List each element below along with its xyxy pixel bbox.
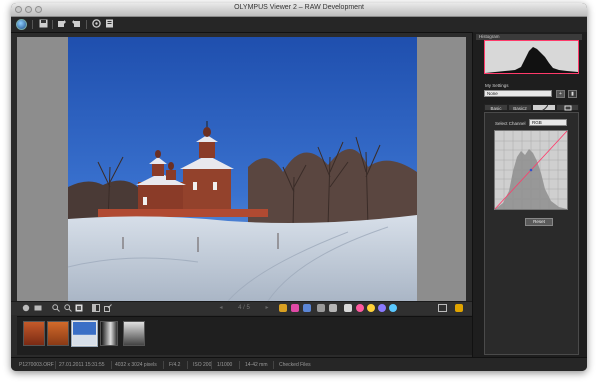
grid-view-icon[interactable] (33, 304, 42, 313)
shadow-tool-icon[interactable] (303, 304, 311, 312)
straighten-icon[interactable] (329, 304, 337, 312)
my-settings-dropdown[interactable]: None (484, 90, 552, 97)
rotate-right-icon[interactable] (71, 19, 81, 30)
lock-icon[interactable] (455, 304, 463, 312)
crop-icon[interactable] (317, 304, 325, 312)
channel-value: RGB (532, 120, 542, 125)
title-bar: OLYMPUS Viewer 2 – RAW Development (11, 3, 587, 17)
more-icon (564, 105, 571, 111)
status-divider (111, 361, 112, 369)
reset-button[interactable]: Reset (525, 218, 553, 226)
status-mode: Checked Files (279, 362, 311, 368)
fullscreen-icon[interactable] (437, 304, 447, 313)
olympus-logo-icon[interactable] (16, 19, 27, 30)
status-dimensions: 4032 x 3024 pixels (115, 362, 157, 368)
select-channel-label: Select Channel (495, 121, 526, 126)
export-icon[interactable] (103, 304, 112, 313)
toolbar-divider (52, 20, 53, 29)
rotate-left-icon[interactable] (57, 19, 67, 30)
page-indicator: 4 / 5 (238, 305, 250, 311)
status-divider (239, 361, 240, 369)
marker-yellow-icon[interactable] (367, 304, 375, 312)
status-divider (55, 361, 56, 369)
tab-tone-curve[interactable] (532, 104, 556, 112)
thumbnail[interactable] (23, 321, 45, 346)
toolbar-divider (86, 20, 87, 29)
tab-basic2-label: Basic2 (513, 106, 527, 111)
prev-icon[interactable]: ◂ (217, 304, 225, 313)
marker-purple-icon[interactable] (378, 304, 386, 312)
save-icon[interactable] (38, 19, 48, 30)
tone-curve-graph[interactable] (494, 130, 568, 210)
status-divider (273, 361, 274, 369)
delete-settings-icon[interactable]: ▮ (568, 90, 577, 98)
tab-basic[interactable]: Basic (484, 104, 508, 111)
toolbar-divider (32, 20, 33, 29)
status-focal: 14-42 mm (245, 362, 268, 368)
status-divider (211, 361, 212, 369)
tab-basic2[interactable]: Basic2 (508, 104, 532, 111)
adjustment-tabs: Basic Basic2 (484, 104, 579, 112)
tone-curve-icon (539, 104, 549, 112)
compare-icon[interactable] (91, 304, 100, 313)
thumbnail[interactable] (123, 321, 145, 346)
status-aperture: F/4.2 (169, 362, 181, 368)
app-window: OLYMPUS Viewer 2 – RAW Development ◂ 4 /… (11, 3, 587, 371)
tab-basic-label: Basic (490, 106, 502, 111)
status-filename: P1270003.ORF (19, 362, 54, 368)
marker-blue-icon[interactable] (389, 304, 397, 312)
histogram-header-label: Histogram (479, 34, 500, 39)
my-settings-value: None (487, 91, 498, 96)
status-divider (187, 361, 188, 369)
check-icon[interactable] (344, 304, 352, 312)
info-icon[interactable] (104, 19, 114, 30)
status-exposure: 1/1000 (217, 362, 233, 368)
tab-more[interactable] (556, 104, 579, 111)
thumbnail[interactable] (47, 321, 69, 346)
channel-select[interactable]: RGB (529, 119, 567, 126)
histogram (484, 40, 579, 74)
save-settings-icon[interactable]: + (556, 90, 565, 98)
my-settings-label: My Settings (485, 83, 509, 88)
marker-pink-icon[interactable] (356, 304, 364, 312)
zoom-out-icon[interactable] (63, 304, 72, 313)
view-mode-icon[interactable] (21, 304, 30, 313)
color-tool-icon[interactable] (279, 304, 287, 312)
fit-icon[interactable] (74, 304, 83, 313)
highlight-tool-icon[interactable] (291, 304, 299, 312)
zoom-in-icon[interactable] (51, 304, 60, 313)
reset-button-label: Reset (533, 219, 545, 224)
settings-icon[interactable] (91, 19, 101, 30)
preview-image (68, 37, 417, 301)
thumbnail-selected[interactable] (71, 320, 98, 347)
next-icon[interactable]: ▸ (263, 304, 271, 313)
filmstrip (17, 316, 472, 355)
window-title: OLYMPUS Viewer 2 – RAW Development (234, 4, 364, 11)
status-datetime: 27.01.2011 15:31:55 (59, 362, 105, 368)
status-divider (163, 361, 164, 369)
status-iso: ISO 200 (193, 362, 212, 368)
image-viewer[interactable] (17, 37, 466, 301)
viewer-toolbar: ◂ 4 / 5 ▸ (11, 301, 472, 315)
thumbnail[interactable] (100, 321, 118, 346)
main-toolbar (11, 17, 587, 33)
adjustment-panel: Histogram My Settings None + ▮ Basic Bas… (472, 32, 587, 357)
status-bar: P1270003.ORF 27.01.2011 15:31:55 4032 x … (11, 357, 587, 371)
